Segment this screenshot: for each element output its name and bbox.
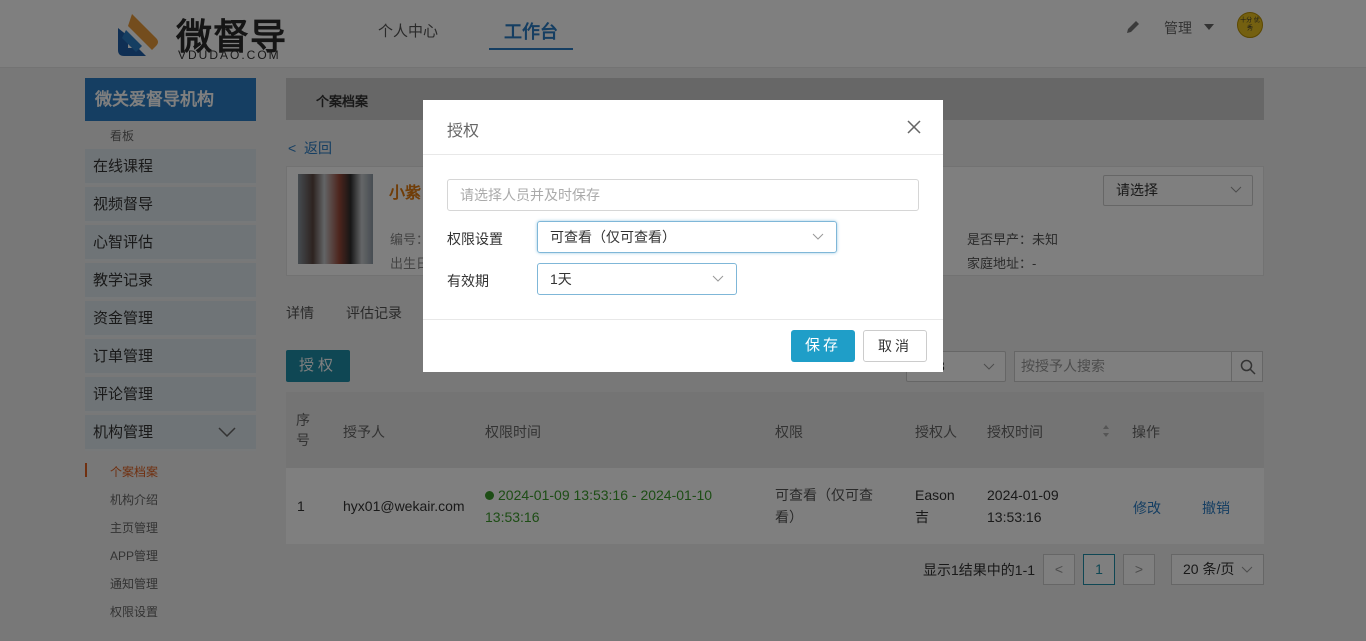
chevron-down-icon <box>812 233 824 240</box>
valid-label: 有效期 <box>447 273 489 289</box>
perm-select-value: 可查看（仅可查看） <box>550 229 676 245</box>
close-icon[interactable] <box>906 119 922 135</box>
dialog-divider-bottom <box>423 319 943 320</box>
validity-select-value: 1天 <box>550 271 572 287</box>
perm-label: 权限设置 <box>447 231 503 247</box>
person-select-input[interactable]: 请选择人员并及时保存 <box>447 179 919 211</box>
chevron-down-icon <box>712 275 724 282</box>
cancel-button[interactable]: 取消 <box>863 330 927 362</box>
grant-dialog: 授权 请选择人员并及时保存 权限设置 可查看（仅可查看） 有效期 1天 保存 取… <box>423 100 943 372</box>
dialog-title: 授权 <box>447 123 480 140</box>
dialog-divider-top <box>423 154 943 155</box>
save-button[interactable]: 保存 <box>791 330 855 362</box>
validity-select[interactable]: 1天 <box>537 263 737 295</box>
perm-select[interactable]: 可查看（仅可查看） <box>537 221 837 253</box>
